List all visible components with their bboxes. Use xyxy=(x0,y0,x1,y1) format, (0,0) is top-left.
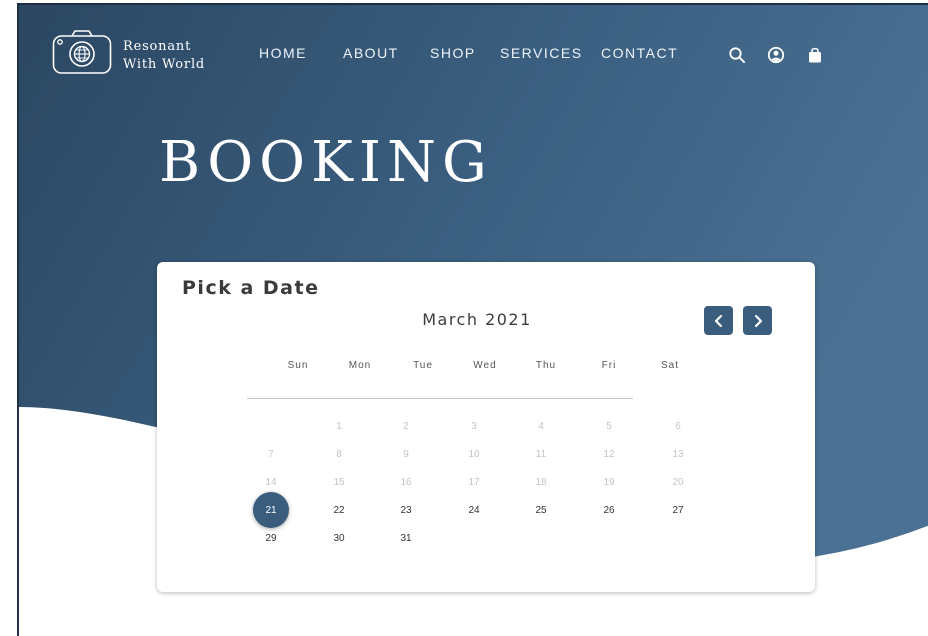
weekday-label: Tue xyxy=(413,360,433,371)
next-month-button[interactable] xyxy=(743,306,772,335)
calendar-day[interactable]: 29 xyxy=(253,520,289,556)
nav-contact[interactable]: CONTACT xyxy=(601,45,678,61)
brand-line-1: Resonant xyxy=(123,39,192,54)
date-picker-heading: Pick a Date xyxy=(182,277,320,299)
calendar-day[interactable]: 27 xyxy=(660,492,696,528)
shopping-bag-icon[interactable] xyxy=(806,46,824,64)
date-picker-card: Pick a Date March 2021 Sun Mon Tue Wed Thu Fr… xyxy=(157,262,815,592)
search-icon[interactable] xyxy=(728,46,746,64)
user-icon[interactable] xyxy=(767,46,785,64)
month-label: March 2021 xyxy=(422,310,532,329)
calendar-day[interactable]: 26 xyxy=(591,492,627,528)
calendar-day[interactable]: 24 xyxy=(456,492,492,528)
calendar-day[interactable]: 30 xyxy=(321,520,357,556)
brand-line-2: With World xyxy=(123,57,206,72)
nav-home[interactable]: HOME xyxy=(259,45,307,61)
brand-name[interactable]: Resonant With World xyxy=(123,38,205,74)
weekday-divider xyxy=(247,398,633,399)
calendar-day[interactable]: 31 xyxy=(388,520,424,556)
weekday-label: Sat xyxy=(660,360,679,371)
weekday-label: Thu xyxy=(535,360,557,371)
weekday-label: Sun xyxy=(287,360,309,371)
nav-services[interactable]: SERVICES xyxy=(500,45,583,61)
calendar-day[interactable]: 25 xyxy=(523,492,559,528)
chevron-left-icon xyxy=(714,314,722,327)
weekday-label: Wed xyxy=(473,360,497,371)
page-frame: Resonant With World HOME ABOUT SHOP SERV… xyxy=(17,3,928,636)
page-title: BOOKING xyxy=(159,130,493,195)
camera-globe-icon[interactable] xyxy=(52,29,112,75)
previous-month-button[interactable] xyxy=(704,306,733,335)
chevron-right-icon xyxy=(754,314,762,327)
nav-about[interactable]: ABOUT xyxy=(343,45,399,61)
weekday-label: Fri xyxy=(601,360,617,371)
nav-shop[interactable]: SHOP xyxy=(430,45,476,61)
weekday-label: Mon xyxy=(348,360,372,371)
